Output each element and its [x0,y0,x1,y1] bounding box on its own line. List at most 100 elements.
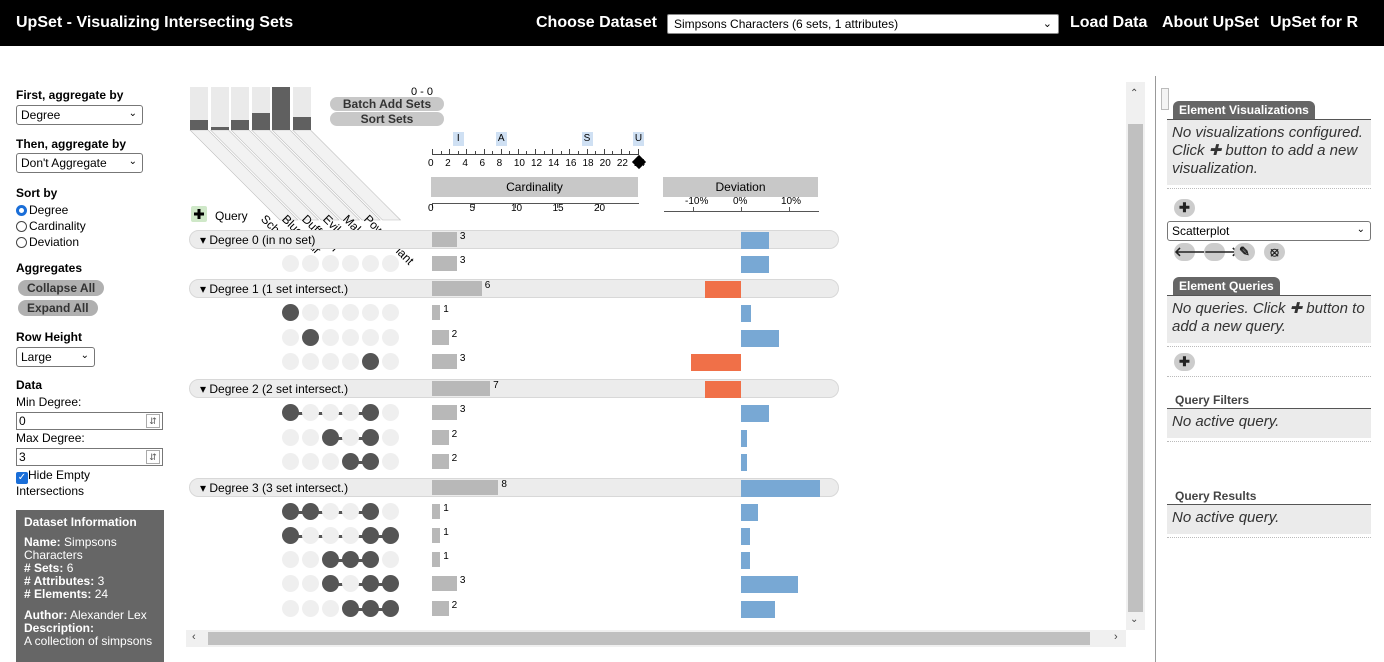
arrow-right-button[interactable]: 🡒 [1204,243,1239,261]
expand-all-button[interactable]: Expand All [18,300,98,316]
deviation-bar-positive[interactable] [741,601,775,618]
cardinality-bar[interactable] [432,601,449,616]
cardinality-bar[interactable] [432,552,441,567]
cardinality-bar[interactable] [432,480,499,495]
set-empty-dot [342,404,359,421]
aggregate-row[interactable]: ▾ Degree 1 (1 set intersect.) [189,279,839,298]
cardinality-bar[interactable] [432,430,449,445]
deviation-bar-positive[interactable] [741,528,750,545]
intersection-row[interactable] [186,352,846,372]
deviation-bar-positive[interactable] [741,552,750,569]
sort-sets-button[interactable]: Sort Sets [330,112,444,126]
dataset-select[interactable]: Simpsons Characters (6 sets, 1 attribute… [667,14,1059,34]
element-queries-tab[interactable]: Element Queries [1173,277,1280,295]
set-size-bar[interactable] [251,113,270,130]
set-size-bar[interactable] [190,120,208,130]
spinner-icon[interactable]: ⇵ [146,450,160,464]
about-upset-link[interactable]: About UpSet [1162,14,1259,32]
deviation-bar-positive[interactable] [741,305,751,322]
spinner-icon[interactable]: ⇵ [146,414,160,428]
cardinality-bar[interactable] [432,281,482,296]
aggregate-label[interactable]: ▾ Degree 3 (3 set intersect.) [200,481,348,495]
deviation-bar-positive[interactable] [741,330,780,347]
deviation-bar-negative[interactable] [690,354,741,371]
deviation-bar-positive[interactable] [741,232,769,249]
batch-add-sets-button[interactable]: Batch Add Sets [330,97,444,111]
add-visualization-button[interactable]: ✚ [1174,199,1195,217]
cardinality-bar[interactable] [432,576,457,591]
sort-cardinality-radio[interactable]: Cardinality [16,219,86,233]
deviation-bar-positive[interactable] [741,454,747,471]
visualization-type-select[interactable]: Scatterplot ⌄ [1167,221,1371,241]
set-empty-dot [282,575,299,592]
slider-tick-label: 18 [582,158,594,169]
cardinality-bar[interactable] [432,232,457,247]
slider-tick [517,149,519,155]
set-member-dot [342,600,359,617]
row-height-select[interactable]: Large ⌄ [16,347,95,367]
cardinality-bar[interactable] [432,454,449,469]
slider-tick [577,151,579,155]
set-size-bar[interactable] [231,120,249,130]
deviation-bar-negative[interactable] [705,381,741,398]
add-query-button[interactable] [191,206,207,222]
scroll-right-icon[interactable]: › [1114,631,1118,643]
scroll-up-icon[interactable]: ⌃ [1130,88,1138,99]
remove-button[interactable]: ⦻ [1264,243,1285,261]
slider-marker[interactable]: U [633,132,644,146]
arrow-left-button[interactable]: 🡐 [1174,243,1209,261]
collapse-all-button[interactable]: Collapse All [18,280,105,296]
set-empty-dot [322,353,339,370]
cardinality-bar[interactable] [432,528,441,543]
slider-marker[interactable]: A [495,132,507,146]
aggregate-row[interactable]: ▾ Degree 2 (2 set intersect.) [189,379,839,398]
deviation-bar-positive[interactable] [741,480,821,497]
cardinality-bar[interactable] [432,504,441,519]
set-size-bar[interactable] [272,87,290,130]
deviation-header[interactable]: Deviation [663,177,818,197]
slider-marker[interactable]: S [581,132,593,146]
add-query-panel-button[interactable]: ✚ [1174,353,1195,371]
min-degree-label: Min Degree: [16,395,82,409]
aggregate-label[interactable]: ▾ Degree 0 (in no set) [200,233,315,247]
scroll-left-icon[interactable]: ‹ [192,631,196,643]
sort-deviation-radio[interactable]: Deviation [16,235,79,249]
cardinality-header[interactable]: Cardinality [431,177,638,197]
then-aggregate-select[interactable]: Don't Aggregate ⌄ [16,153,143,173]
edit-button[interactable]: ✎ [1234,243,1255,261]
deviation-bar-positive[interactable] [741,256,769,273]
aggregate-label[interactable]: ▾ Degree 1 (1 set intersect.) [200,282,348,296]
panel-resize-handle[interactable] [1161,88,1169,110]
deviation-bar-negative[interactable] [705,281,741,298]
sort-degree-radio[interactable]: Degree [16,203,68,217]
aggregate-label[interactable]: ▾ Degree 2 (2 set intersect.) [200,382,348,396]
upset-for-r-link[interactable]: UpSet for R [1270,14,1358,32]
set-empty-dot [342,429,359,446]
deviation-bar-positive[interactable] [741,430,747,447]
intersection-row[interactable] [186,452,846,472]
vertical-scrollbar[interactable]: ⌃ ⌄ [1126,82,1145,630]
element-visualizations-tab[interactable]: Element Visualizations [1173,101,1315,119]
hide-empty-checkbox[interactable]: ✓ Hide Empty Intersections [16,468,126,498]
slider-marker[interactable]: I [452,132,464,146]
scroll-down-icon[interactable]: ⌄ [1130,614,1138,625]
horizontal-scroll-thumb[interactable] [208,632,1090,645]
load-data-link[interactable]: Load Data [1070,14,1147,32]
deviation-bar-positive[interactable] [741,405,769,422]
first-aggregate-select[interactable]: Degree ⌄ [16,105,143,125]
cardinality-bar[interactable] [432,305,441,320]
vertical-scroll-thumb[interactable] [1128,124,1143,612]
deviation-bar-positive[interactable] [741,576,798,593]
set-size-bar[interactable] [292,117,311,130]
intersection-row[interactable] [186,428,846,448]
horizontal-scrollbar[interactable]: ‹ › [186,630,1126,647]
cardinality-bar[interactable] [432,256,457,271]
cardinality-bar[interactable] [432,381,491,396]
cardinality-bar[interactable] [432,354,457,369]
cardinality-bar[interactable] [432,405,457,420]
max-degree-input[interactable]: 3 ⇵ [16,448,163,466]
min-degree-input[interactable]: 0 ⇵ [16,412,163,430]
cardinality-bar[interactable] [432,330,449,345]
deviation-bar-positive[interactable] [741,504,758,521]
cardinality-value: 1 [443,527,449,538]
